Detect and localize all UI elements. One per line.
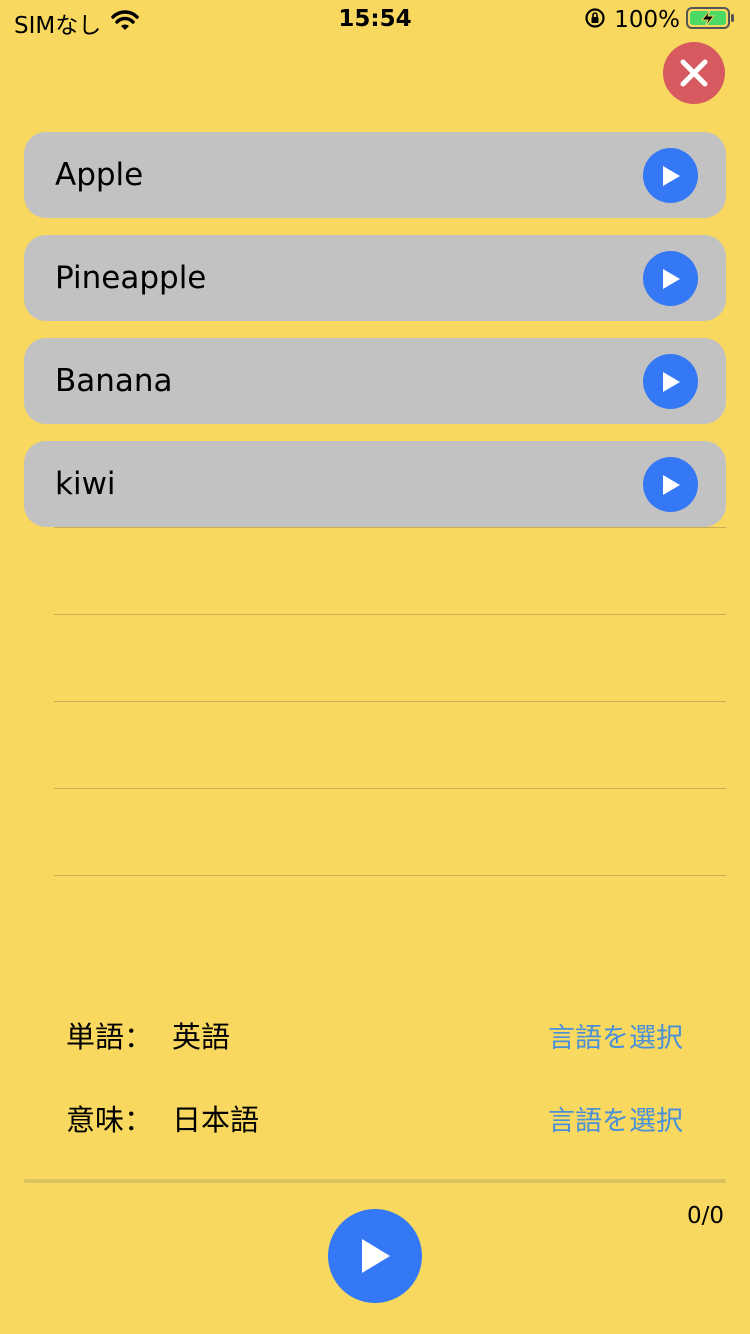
word-list: Apple Pineapple Banana kiwi [24,132,726,544]
play-icon [662,371,680,392]
battery-charging-icon [686,6,736,34]
meaning-language-row: 意味： 日本語 言語を選択 [66,1098,683,1138]
status-right: 100% [584,6,736,34]
word-language-value: 英語 [172,1020,231,1054]
row-separator [54,701,726,788]
row-separator [54,614,726,701]
close-button[interactable] [663,42,725,104]
word-row[interactable]: kiwi [24,441,726,527]
app-screen: SIMなし 15:54 100% Apple Pineapple Banana … [0,0,750,1334]
meaning-language-label: 意味： [66,1103,154,1137]
play-word-button[interactable] [643,148,698,203]
close-icon [680,59,708,87]
status-bar: SIMなし 15:54 100% [0,0,750,40]
word-language-row: 単語： 英語 言語を選択 [66,1015,683,1055]
progress-bar [24,1179,726,1183]
play-all-button[interactable] [328,1209,422,1303]
row-separator [54,875,726,876]
word-row[interactable]: Banana [24,338,726,424]
play-icon [362,1239,390,1273]
select-meaning-language-button[interactable]: 言語を選択 [548,1099,683,1138]
row-separator [54,788,726,875]
meaning-language-value: 日本語 [172,1103,260,1137]
battery-percent: 100% [614,7,680,33]
word-label: Pineapple [55,260,207,296]
rotation-lock-icon [584,7,606,33]
play-word-button[interactable] [643,457,698,512]
word-label: Banana [55,363,173,399]
select-word-language-button[interactable]: 言語を選択 [548,1016,683,1055]
word-label: Apple [55,157,144,193]
word-label: kiwi [55,466,116,502]
play-word-button[interactable] [643,251,698,306]
row-separator [54,527,726,614]
play-word-button[interactable] [643,354,698,409]
play-icon [662,165,680,186]
play-icon [662,474,680,495]
word-row[interactable]: Pineapple [24,235,726,321]
word-language-label: 単語： [66,1020,154,1054]
progress-counter: 0/0 [686,1203,724,1229]
play-icon [662,268,680,289]
word-row[interactable]: Apple [24,132,726,218]
empty-row-separators [54,527,726,876]
